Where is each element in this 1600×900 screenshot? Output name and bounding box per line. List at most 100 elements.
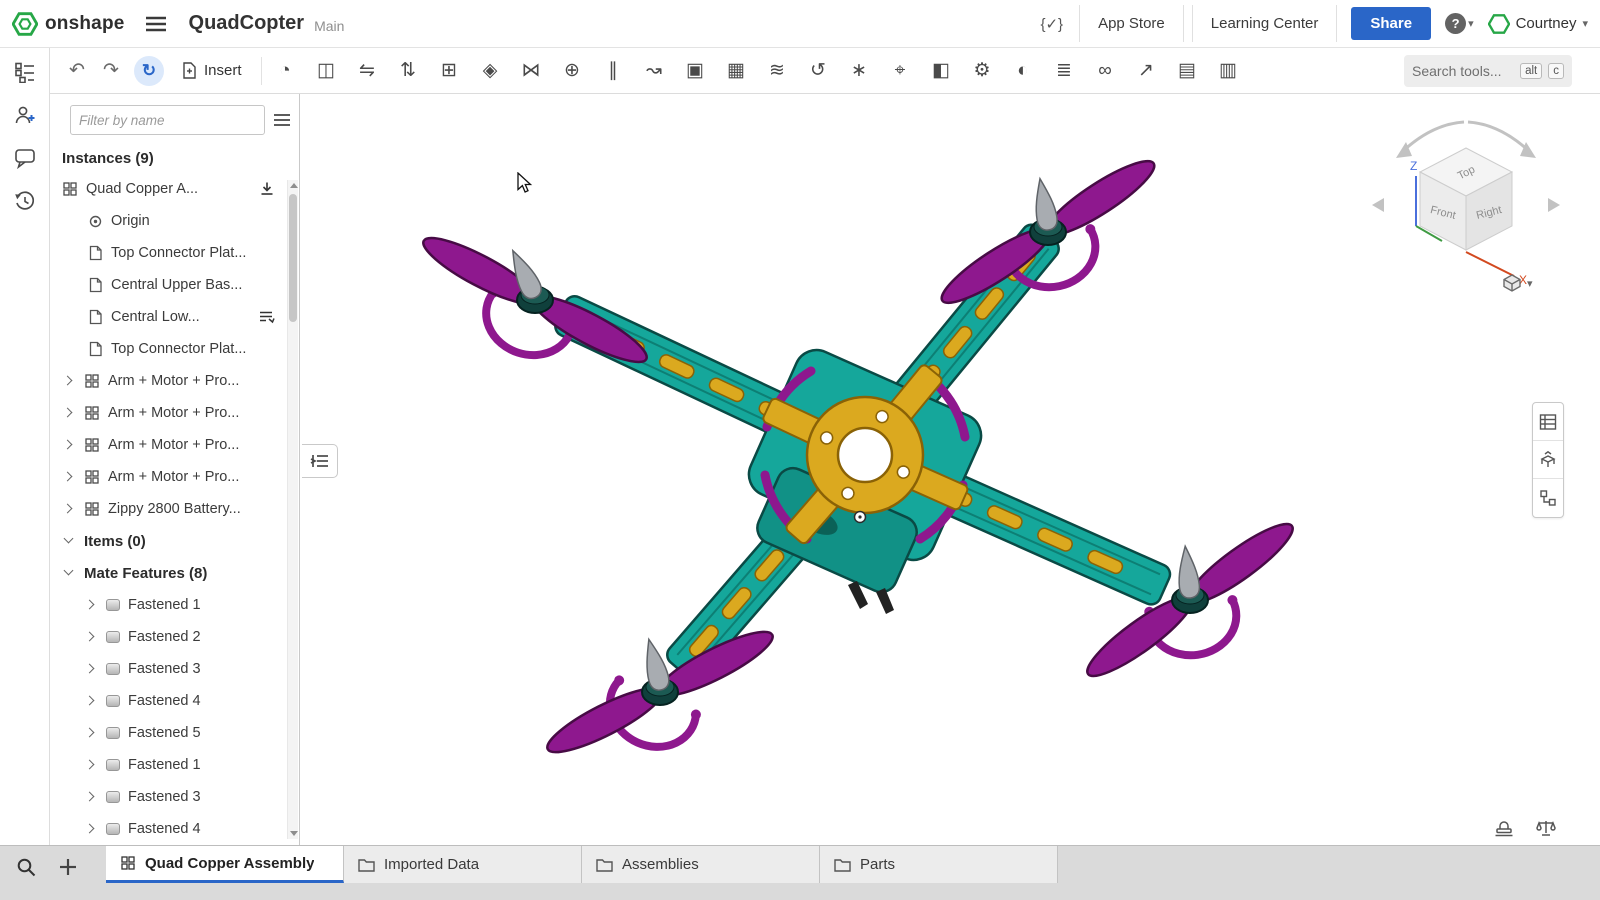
tangent-mate-icon[interactable]: ↝ xyxy=(638,54,671,87)
tree-row-subassembly[interactable]: Arm + Motor + Pro... xyxy=(50,365,299,397)
feature-list-icon[interactable] xyxy=(10,57,40,87)
share-button[interactable]: Share xyxy=(1351,7,1432,40)
list-view-icon[interactable] xyxy=(273,113,291,127)
cylindrical-mate-icon[interactable]: ◈ xyxy=(474,54,507,87)
follow-user-icon[interactable] xyxy=(10,100,40,130)
redo-icon[interactable]: ↷ xyxy=(94,54,128,88)
named-positions-icon[interactable]: ▤ xyxy=(1171,54,1204,87)
section-view-icon[interactable]: ◧ xyxy=(925,54,958,87)
chevron-right-icon[interactable] xyxy=(60,501,76,517)
tab-quad-copper-assembly[interactable]: Quad Copper Assembly xyxy=(106,846,344,883)
panel-scrollbar[interactable] xyxy=(287,180,298,839)
document-title[interactable]: QuadCopter xyxy=(189,12,305,35)
tree-row-part[interactable]: Central Low... xyxy=(50,301,299,333)
mate-features-section-header[interactable]: Mate Features (8) xyxy=(50,557,299,589)
chevron-right-icon[interactable] xyxy=(60,405,76,421)
learning-center-button[interactable]: Learning Center xyxy=(1191,5,1338,42)
belt-relation-icon[interactable]: ∞ xyxy=(1089,54,1122,87)
app-store-button[interactable]: App Store xyxy=(1079,5,1184,42)
search-tools-box[interactable]: Search tools... alt c xyxy=(1404,54,1572,87)
rotate-right-icon[interactable] xyxy=(1548,198,1560,212)
chevron-right-icon[interactable] xyxy=(82,661,98,677)
tree-row-part[interactable]: Top Connector Plat... xyxy=(50,237,299,269)
bom-table-icon[interactable] xyxy=(1533,403,1563,441)
tree-row-subassembly[interactable]: Arm + Motor + Pro... xyxy=(50,397,299,429)
mate-feature-row[interactable]: Fastened 4 xyxy=(50,685,299,717)
update-sync-icon[interactable]: ↻ xyxy=(134,55,164,86)
mate-feature-row[interactable]: Fastened 2 xyxy=(50,621,299,653)
tree-row-origin[interactable]: Origin xyxy=(50,205,299,237)
items-section-header[interactable]: Items (0) xyxy=(50,525,299,557)
chevron-down-icon[interactable] xyxy=(60,533,76,549)
tab-imported-data[interactable]: Imported Data xyxy=(344,846,582,883)
parallel-mate-icon[interactable]: ∥ xyxy=(597,54,630,87)
comments-icon[interactable] xyxy=(10,143,40,173)
chevron-right-icon[interactable] xyxy=(82,597,98,613)
tree-row-part[interactable]: Top Connector Plat... xyxy=(50,333,299,365)
cam-relation-icon[interactable]: ◐ xyxy=(1007,54,1040,87)
bom-icon[interactable]: ▥ xyxy=(1212,54,1245,87)
chevron-down-icon[interactable] xyxy=(60,565,76,581)
mate-feature-row[interactable]: Fastened 1 xyxy=(50,589,299,621)
chevron-right-icon[interactable] xyxy=(60,437,76,453)
tree-row-root-assembly[interactable]: Quad Copper A... xyxy=(50,173,299,205)
screw-relation-icon[interactable]: ≣ xyxy=(1048,54,1081,87)
tree-row-subassembly[interactable]: Arm + Motor + Pro... xyxy=(50,461,299,493)
slider-mate-icon[interactable]: ⇅ xyxy=(392,54,425,87)
measure-scale-icon[interactable] xyxy=(1528,814,1564,841)
tab-parts[interactable]: Parts xyxy=(820,846,1058,883)
mate-feature-row[interactable]: Fastened 1 xyxy=(50,749,299,781)
configurations-icon[interactable] xyxy=(1533,479,1563,517)
view-options-menu[interactable]: ▾ xyxy=(1496,270,1539,296)
section-tool-icon[interactable] xyxy=(1486,814,1522,841)
search-tabs-icon[interactable] xyxy=(10,851,42,883)
history-icon[interactable] xyxy=(10,186,40,216)
workspace-name[interactable]: Main xyxy=(314,18,344,34)
group-icon[interactable]: ▣ xyxy=(679,54,712,87)
exploded-view-icon[interactable]: ↗ xyxy=(1130,54,1163,87)
scrollbar-thumb[interactable] xyxy=(289,194,297,322)
chevron-right-icon[interactable] xyxy=(82,757,98,773)
chevron-right-icon[interactable] xyxy=(82,693,98,709)
insert-feature-icon[interactable]: ▦ xyxy=(720,54,753,87)
gear-relation-icon[interactable]: ⚙ xyxy=(966,54,999,87)
linear-pattern-icon[interactable]: ≋ xyxy=(761,54,794,87)
insert-button[interactable]: Insert xyxy=(170,54,254,88)
mate-feature-row[interactable]: Fastened 3 xyxy=(50,653,299,685)
mate-feature-row[interactable]: Fastened 3 xyxy=(50,781,299,813)
replicate-icon[interactable]: ∗ xyxy=(843,54,876,87)
rotate-left-icon[interactable] xyxy=(1372,198,1384,212)
circular-pattern-icon[interactable]: ↺ xyxy=(802,54,835,87)
chevron-right-icon[interactable] xyxy=(60,469,76,485)
mate-icon[interactable]: ◔ xyxy=(269,54,302,87)
chevron-right-icon[interactable] xyxy=(82,629,98,645)
add-tab-icon[interactable] xyxy=(52,851,84,883)
versions-icon[interactable]: {✓} xyxy=(1032,11,1071,37)
tree-row-subassembly[interactable]: Zippy 2800 Battery... xyxy=(50,493,299,525)
snap-mode-icon[interactable]: ⌖ xyxy=(884,54,917,87)
chevron-right-icon[interactable] xyxy=(60,373,76,389)
pin-slot-mate-icon[interactable]: ⋈ xyxy=(515,54,548,87)
insert-download-icon[interactable] xyxy=(259,181,275,197)
tree-flyout-button[interactable] xyxy=(302,444,338,478)
main-menu-icon[interactable] xyxy=(141,12,171,36)
mate-feature-row[interactable]: Fastened 4 xyxy=(50,813,299,845)
revolute-mate-icon[interactable]: ⇋ xyxy=(351,54,384,87)
graphics-area[interactable]: Top Front Right Z X ▾ xyxy=(300,94,1600,845)
planar-mate-icon[interactable]: ⊞ xyxy=(433,54,466,87)
chevron-right-icon[interactable] xyxy=(82,789,98,805)
onshape-logo-icon[interactable] xyxy=(12,11,38,37)
exploded-view-icon[interactable] xyxy=(1533,441,1563,479)
help-menu[interactable]: ? ▾ xyxy=(1445,13,1474,34)
tree-row-part[interactable]: Central Upper Bas... xyxy=(50,269,299,301)
mate-feature-row[interactable]: Fastened 5 xyxy=(50,717,299,749)
ball-mate-icon[interactable]: ⊕ xyxy=(556,54,589,87)
chevron-right-icon[interactable] xyxy=(82,821,98,837)
undo-icon[interactable]: ↶ xyxy=(60,54,94,88)
tree-row-subassembly[interactable]: Arm + Motor + Pro... xyxy=(50,429,299,461)
tab-assemblies[interactable]: Assemblies xyxy=(582,846,820,883)
mate-connector-icon[interactable]: ◫ xyxy=(310,54,343,87)
filter-input[interactable] xyxy=(70,105,265,135)
chevron-right-icon[interactable] xyxy=(82,725,98,741)
user-menu[interactable]: Courtney ▾ xyxy=(1487,13,1588,35)
